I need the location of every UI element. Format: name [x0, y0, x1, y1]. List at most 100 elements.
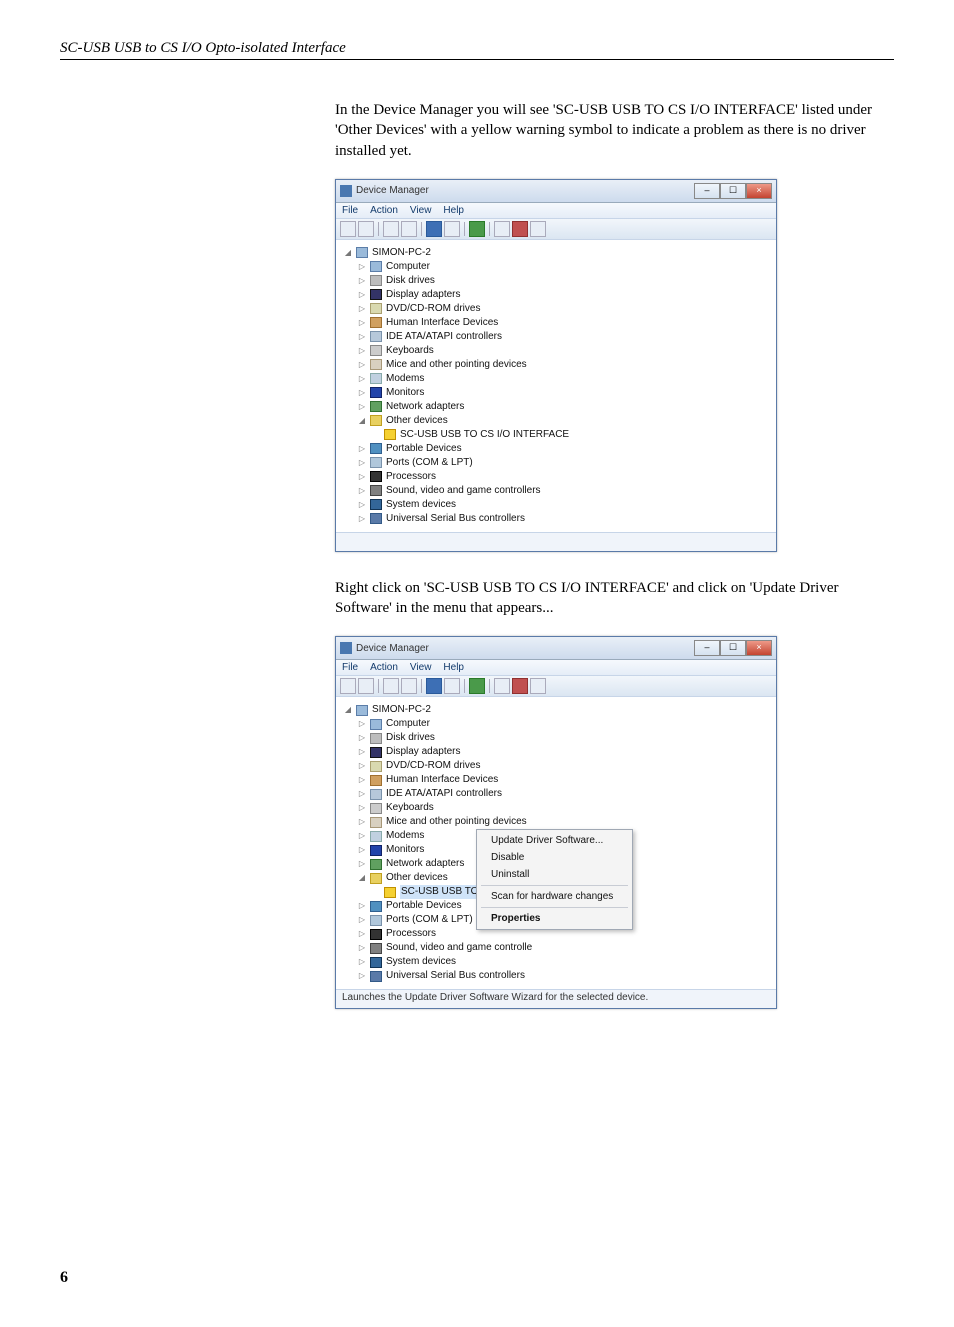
- forward-icon[interactable]: [358, 221, 374, 237]
- tree-item[interactable]: ▷DVD/CD-ROM drives: [344, 759, 772, 773]
- uninstall-icon[interactable]: [512, 678, 528, 694]
- usb-icon: [370, 971, 382, 982]
- tree-item[interactable]: ▷Modems: [344, 372, 772, 386]
- back-icon[interactable]: [340, 678, 356, 694]
- close-button[interactable]: ×: [746, 183, 772, 199]
- hid-icon: [370, 317, 382, 328]
- tree-item[interactable]: ▷IDE ATA/ATAPI controllers: [344, 787, 772, 801]
- enable-icon[interactable]: [530, 221, 546, 237]
- view2-icon[interactable]: [401, 221, 417, 237]
- tree-item[interactable]: ▷Mice and other pointing devices: [344, 358, 772, 372]
- props-icon[interactable]: [444, 221, 460, 237]
- tree-item[interactable]: ▷System devices: [344, 955, 772, 969]
- disk-icon: [370, 733, 382, 744]
- tree-item[interactable]: ▷Universal Serial Bus controllers: [344, 512, 772, 526]
- tree-item[interactable]: ▷System devices: [344, 498, 772, 512]
- window-title: Device Manager: [356, 643, 429, 654]
- modem-icon: [370, 831, 382, 842]
- display-icon: [370, 747, 382, 758]
- forward-icon[interactable]: [358, 678, 374, 694]
- tree-item[interactable]: ▷Ports (COM & LPT): [344, 456, 772, 470]
- disk-icon: [370, 275, 382, 286]
- monitor-icon: [370, 845, 382, 856]
- cm-disable[interactable]: Disable: [477, 849, 632, 866]
- mouse-icon: [370, 817, 382, 828]
- menu-action[interactable]: Action: [370, 662, 398, 673]
- view2-icon[interactable]: [401, 678, 417, 694]
- menu-file[interactable]: File: [342, 662, 358, 673]
- tree-item[interactable]: ▷Keyboards: [344, 801, 772, 815]
- usb-icon: [370, 513, 382, 524]
- update-icon[interactable]: [494, 678, 510, 694]
- dvd-icon: [370, 761, 382, 772]
- props-icon[interactable]: [444, 678, 460, 694]
- context-menu: Update Driver Software... Disable Uninst…: [476, 829, 633, 930]
- tree-item[interactable]: ▷Computer: [344, 717, 772, 731]
- close-button[interactable]: ×: [746, 640, 772, 656]
- tree-item[interactable]: ▷Computer: [344, 260, 772, 274]
- tree-item[interactable]: ▷Human Interface Devices: [344, 316, 772, 330]
- tree-item[interactable]: ▷Display adapters: [344, 745, 772, 759]
- maximize-button[interactable]: ☐: [720, 640, 746, 656]
- other-icon: [370, 415, 382, 426]
- display-icon: [370, 289, 382, 300]
- tree-item[interactable]: ▷Sound, video and game controllers: [344, 484, 772, 498]
- tree-item-scusb[interactable]: SC-USB USB TO CS I/O INTERFACE: [344, 428, 772, 442]
- tree-item[interactable]: ▷Network adapters: [344, 400, 772, 414]
- tree-item[interactable]: ▷Display adapters: [344, 288, 772, 302]
- tree-item[interactable]: ▷Portable Devices: [344, 442, 772, 456]
- tree-item[interactable]: ▷Universal Serial Bus controllers: [344, 969, 772, 983]
- sound-icon: [370, 485, 382, 496]
- computer-icon: [356, 247, 368, 258]
- update-icon[interactable]: [494, 221, 510, 237]
- tree-item[interactable]: ▷Processors: [344, 470, 772, 484]
- paragraph-1: In the Device Manager you will see 'SC-U…: [335, 100, 874, 161]
- device-manager-window-2: Device Manager – ☐ × File Action View He…: [335, 636, 777, 1009]
- cm-properties[interactable]: Properties: [477, 910, 632, 927]
- menubar: File Action View Help: [336, 660, 776, 676]
- computer-icon: [370, 261, 382, 272]
- help-icon[interactable]: [426, 221, 442, 237]
- scan-icon[interactable]: [469, 221, 485, 237]
- tree-root[interactable]: ◢SIMON-PC-2: [344, 246, 772, 260]
- menu-view[interactable]: View: [410, 205, 432, 216]
- tree-item[interactable]: ▷IDE ATA/ATAPI controllers: [344, 330, 772, 344]
- view1-icon[interactable]: [383, 678, 399, 694]
- portable-icon: [370, 443, 382, 454]
- cm-update-driver[interactable]: Update Driver Software...: [477, 832, 632, 849]
- minimize-button[interactable]: –: [694, 640, 720, 656]
- app-icon: [340, 642, 352, 654]
- menu-view[interactable]: View: [410, 662, 432, 673]
- minimize-button[interactable]: –: [694, 183, 720, 199]
- menu-help[interactable]: Help: [443, 205, 464, 216]
- tree-item[interactable]: ▷Sound, video and game controlle: [344, 941, 772, 955]
- cm-scan[interactable]: Scan for hardware changes: [477, 888, 632, 905]
- toolbar: [336, 676, 776, 697]
- maximize-button[interactable]: ☐: [720, 183, 746, 199]
- tree-item[interactable]: ▷Disk drives: [344, 731, 772, 745]
- tree-item[interactable]: ▷Keyboards: [344, 344, 772, 358]
- tree-item[interactable]: ▷Human Interface Devices: [344, 773, 772, 787]
- system-icon: [370, 957, 382, 968]
- menu-help[interactable]: Help: [443, 662, 464, 673]
- tree-root[interactable]: ◢SIMON-PC-2: [344, 703, 772, 717]
- tree-item[interactable]: ▷Mice and other pointing devices: [344, 815, 772, 829]
- scan-icon[interactable]: [469, 678, 485, 694]
- enable-icon[interactable]: [530, 678, 546, 694]
- menu-file[interactable]: File: [342, 205, 358, 216]
- view1-icon[interactable]: [383, 221, 399, 237]
- tree-item[interactable]: ▷DVD/CD-ROM drives: [344, 302, 772, 316]
- back-icon[interactable]: [340, 221, 356, 237]
- tree-item-other[interactable]: ◢Other devices: [344, 414, 772, 428]
- menu-action[interactable]: Action: [370, 205, 398, 216]
- cm-separator: [481, 907, 628, 908]
- app-icon: [340, 185, 352, 197]
- tree-item[interactable]: ▷Disk drives: [344, 274, 772, 288]
- network-icon: [370, 401, 382, 412]
- portable-icon: [370, 901, 382, 912]
- uninstall-icon[interactable]: [512, 221, 528, 237]
- help-icon[interactable]: [426, 678, 442, 694]
- window-title: Device Manager: [356, 185, 429, 196]
- cm-uninstall[interactable]: Uninstall: [477, 866, 632, 883]
- tree-item[interactable]: ▷Monitors: [344, 386, 772, 400]
